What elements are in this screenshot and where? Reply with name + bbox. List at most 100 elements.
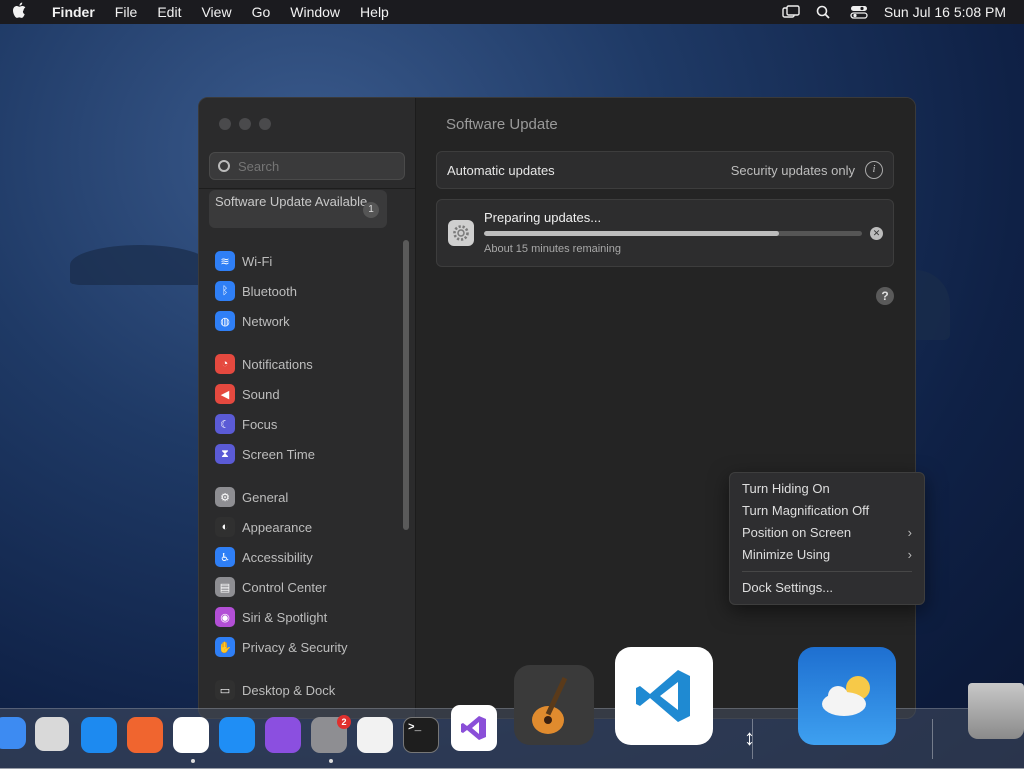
safari-icon[interactable] (81, 717, 117, 753)
search-icon (218, 160, 230, 172)
sidebar-item-label: General (242, 489, 289, 505)
automatic-updates-label: Automatic updates (447, 162, 555, 178)
sidebar-item-label: Privacy & Security (242, 639, 348, 655)
time-remaining-text: About 15 minutes remaining (484, 243, 621, 255)
sidebar-item-appearance[interactable]: ◐ Appearance (215, 512, 405, 542)
help-button[interactable]: ? (876, 287, 894, 305)
menu-item-label: Position on Screen (742, 525, 852, 540)
general-icon: ⚙ (215, 487, 235, 507)
finder-icon[interactable] (0, 717, 26, 749)
sidebar-item-network[interactable]: ◍ Network (215, 306, 405, 336)
minimize-window-button[interactable] (239, 118, 251, 130)
chevron-right-icon: › (907, 547, 912, 562)
siri-icon: ◉ (215, 607, 235, 627)
menu-item-label: Turn Magnification Off (742, 503, 870, 518)
textedit-icon[interactable] (357, 717, 393, 753)
update-count-badge: 1 (363, 202, 379, 218)
firefox-icon[interactable] (127, 717, 163, 753)
screen-time-icon: ⧗ (215, 444, 235, 464)
menu-item-label: Turn Hiding On (742, 481, 830, 496)
sidebar-scrollbar[interactable] (403, 240, 409, 530)
notifications-icon: ◔ (215, 354, 235, 374)
sidebar-item-screen-time[interactable]: ⧗ Screen Time (215, 439, 405, 469)
screen-mirroring-icon[interactable] (782, 5, 800, 19)
sound-icon: ◀ (215, 384, 235, 404)
menu-clock[interactable]: Sun Jul 16 5:08 PM (884, 4, 1006, 20)
garageband-icon[interactable] (514, 665, 594, 745)
sidebar-item-label: Appearance (242, 519, 313, 535)
menu-go[interactable]: Go (252, 4, 271, 20)
trash-icon[interactable] (968, 683, 1024, 739)
preparing-updates-card: Preparing updates... About 15 minutes re… (436, 199, 894, 267)
terminal-icon[interactable]: >_ (403, 717, 439, 753)
sidebar-item-control-center[interactable]: ▤ Control Center (215, 572, 405, 602)
system-settings-window: Software Update Available 1 ≋ Wi-Fi ᛒ Bluet… (198, 97, 916, 719)
sidebar-list: ≋ Wi-Fi ᛒ Bluetooth ◍ Network ◔ Notifications ◀ S… (215, 246, 405, 705)
privacy-hand-icon: ✋ (215, 637, 235, 657)
menu-separator (742, 571, 912, 572)
chevron-right-icon: › (907, 525, 912, 540)
dock: 2 >_ ↕ (0, 647, 1024, 769)
menu-view[interactable]: View (201, 4, 231, 20)
sidebar-item-focus[interactable]: ☾ Focus (215, 409, 405, 439)
settings-sidebar: Software Update Available 1 ≋ Wi-Fi ᛒ Bluet… (199, 98, 416, 718)
software-update-gear-icon (448, 220, 474, 246)
menu-help[interactable]: Help (360, 4, 389, 20)
automatic-updates-row: Automatic updates Security updates only … (436, 151, 894, 189)
menu-edit[interactable]: Edit (157, 4, 181, 20)
appearance-icon: ◐ (215, 517, 235, 537)
apple-menu-icon[interactable] (12, 2, 42, 22)
settings-search[interactable] (209, 152, 405, 180)
update-progress-bar (484, 231, 862, 236)
menu-item-turn-magnification-off[interactable]: Turn Magnification Off (742, 501, 912, 521)
desktop-dock-icon: ▭ (215, 680, 235, 700)
resize-cursor-icon: ↕ (744, 725, 755, 750)
sidebar-item-desktop-dock[interactable]: ▭ Desktop & Dock (215, 675, 405, 705)
sidebar-item-label: Notifications (242, 356, 313, 372)
sidebar-item-siri-spotlight[interactable]: ◉ Siri & Spotlight (215, 602, 405, 632)
dock-divider[interactable] (932, 719, 933, 759)
sidebar-item-bluetooth[interactable]: ᛒ Bluetooth (215, 276, 405, 306)
menu-item-turn-hiding-on[interactable]: Turn Hiding On (742, 479, 912, 499)
menu-file[interactable]: File (115, 4, 138, 20)
info-icon[interactable]: i (865, 161, 883, 179)
automatic-updates-value: Security updates only (730, 162, 855, 178)
menu-window[interactable]: Window (290, 4, 340, 20)
launchpad-icon[interactable] (35, 717, 69, 751)
cancel-update-button[interactable]: ✕ (870, 227, 883, 240)
sidebar-item-wi-fi[interactable]: ≋ Wi-Fi (215, 246, 405, 276)
settings-search-input[interactable] (236, 157, 390, 175)
control-center-icon[interactable] (850, 5, 868, 19)
menu-item-label: Minimize Using (742, 547, 831, 562)
page-title: Software Update (446, 116, 558, 133)
search-icon[interactable] (816, 5, 834, 19)
sidebar-item-label: Control Center (242, 579, 327, 595)
zoom-window-button[interactable] (259, 118, 271, 130)
sidebar-item-label: Bluetooth (242, 283, 297, 299)
notification-badge: 2 (337, 715, 351, 729)
weather-icon[interactable] (798, 647, 896, 745)
bluetooth-icon: ᛒ (215, 281, 235, 301)
sidebar-item-software-update-available[interactable]: Software Update Available 1 (209, 190, 387, 228)
network-icon: ◍ (215, 311, 235, 331)
sidebar-item-privacy-security[interactable]: ✋ Privacy & Security (215, 632, 405, 662)
dock-context-menu: Minimize Using › Position on Screen › Turn M… (729, 472, 925, 605)
sidebar-item-label: Siri & Spotlight (242, 609, 328, 625)
sidebar-item-notifications[interactable]: ◔ Notifications (215, 349, 405, 379)
menu-app-name[interactable]: Finder (52, 4, 95, 20)
running-indicator (329, 759, 333, 763)
sidebar-item-general[interactable]: ⚙ General (215, 482, 405, 512)
visual-studio-icon[interactable] (451, 705, 497, 751)
vscode-icon[interactable] (615, 647, 713, 745)
menu-item-position-on-screen[interactable]: Position on Screen › (742, 523, 912, 543)
app-store-icon[interactable] (219, 717, 255, 753)
chrome-icon[interactable] (173, 717, 209, 753)
sidebar-item-sound[interactable]: ◀ Sound (215, 379, 405, 409)
podcasts-icon[interactable] (265, 717, 301, 753)
menu-item-minimize-using[interactable]: Minimize Using › (742, 545, 912, 565)
menu-item-dock-settings[interactable]: Dock Settings... (742, 578, 912, 598)
close-window-button[interactable] (219, 118, 231, 130)
window-controls (219, 118, 271, 130)
running-indicator (191, 759, 195, 763)
sidebar-item-accessibility[interactable]: ♿ Accessibility (215, 542, 405, 572)
